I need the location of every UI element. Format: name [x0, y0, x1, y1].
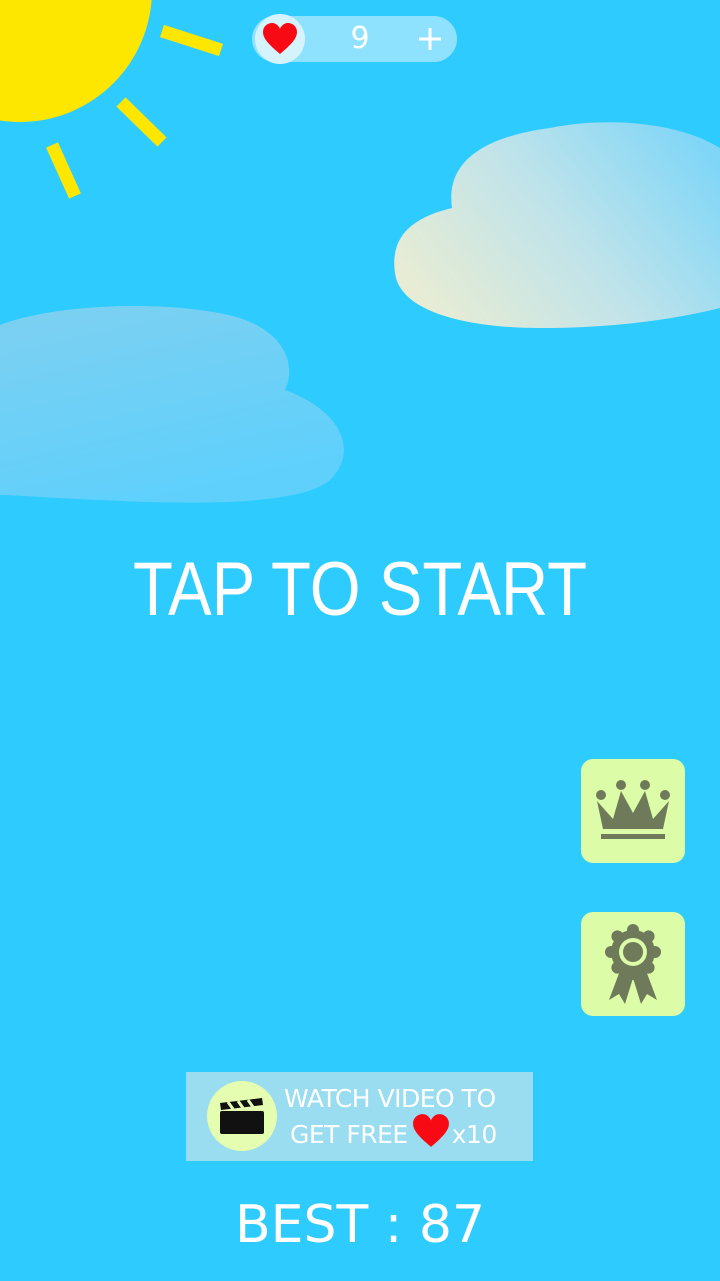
best-label: BEST [234, 1195, 369, 1255]
crown-icon [596, 780, 670, 839]
watch-video-text: WATCH VIDEO TO [284, 1084, 496, 1113]
lives-counter: 9 [252, 14, 457, 64]
reward-multiplier: x10 [451, 1119, 498, 1149]
best-score: BEST : 87 [0, 1194, 720, 1256]
free-lives-text: GET FREE x10 [290, 1113, 498, 1155]
plus-icon [419, 28, 441, 50]
award-ribbon-icon [605, 924, 661, 1004]
best-score-value: 87 [418, 1195, 486, 1255]
heart-icon [255, 14, 305, 64]
lives-count: 9 [350, 21, 370, 56]
sun-decoration [0, 0, 223, 199]
watch-video-reward-button[interactable]: WATCH VIDEO TO GET FREE x10 [186, 1072, 533, 1161]
achievements-button[interactable] [581, 912, 685, 1016]
add-lives-button[interactable] [414, 23, 446, 55]
cloud-decoration [394, 122, 720, 328]
clapperboard-icon [207, 1081, 277, 1151]
leaderboard-button[interactable] [581, 759, 685, 863]
heart-icon [412, 1113, 450, 1155]
get-free-text: GET FREE [290, 1119, 408, 1149]
best-separator: : [384, 1195, 403, 1255]
tap-to-start-label[interactable]: TAP TO START [50, 548, 669, 632]
game-screen[interactable]: 9 TAP TO START WATCH VIDEO TO GET FREE x… [0, 0, 720, 1281]
cloud-decoration [0, 305, 344, 503]
